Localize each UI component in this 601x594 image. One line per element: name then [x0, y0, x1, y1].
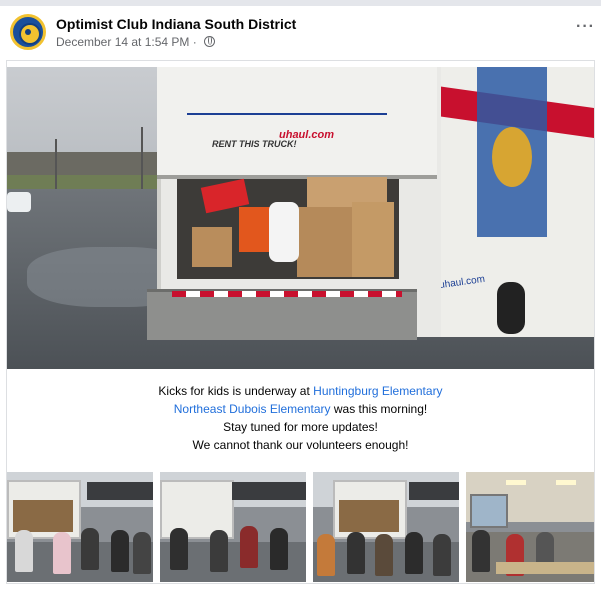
thumb-person — [375, 534, 393, 576]
photo-car — [7, 192, 31, 212]
cargo-box — [297, 207, 352, 277]
thumb-table — [496, 562, 594, 574]
post-header: Optimist Club Indiana South District Dec… — [10, 14, 601, 54]
thumb-canopy — [232, 482, 306, 500]
thumb-cargo — [339, 500, 399, 532]
thumb-person — [210, 530, 228, 572]
thumb-light — [556, 480, 576, 485]
post-meta: December 14 at 1:54 PM · — [56, 35, 216, 49]
truck-reflector-stripe — [172, 291, 402, 297]
thumb-person — [81, 528, 99, 570]
thumb-person — [240, 526, 258, 568]
thumb-person — [170, 528, 188, 570]
school-link-huntingburg[interactable]: Huntingburg Elementary — [313, 384, 442, 398]
meta-separator: · — [192, 35, 197, 49]
caption-line-4: We cannot thank our volunteers enough! — [192, 438, 409, 452]
thumb-person — [472, 530, 490, 572]
thumb-canopy — [87, 482, 153, 500]
caption-line-3: Stay tuned for more updates! — [223, 420, 378, 434]
caption-text: was this morning! — [330, 402, 428, 416]
truck-slogan-text: RENT THIS TRUCK! — [212, 139, 297, 149]
post-timestamp[interactable]: December 14 at 1:54 PM — [56, 35, 189, 49]
page-avatar[interactable] — [10, 14, 46, 50]
photo-pole — [55, 139, 57, 195]
cargo-orange-box — [239, 207, 271, 252]
thumb-person — [15, 530, 33, 572]
thumbnail-photo-2[interactable] — [160, 472, 306, 582]
thumb-person — [405, 532, 423, 574]
thumb-person — [111, 530, 129, 572]
truck-wheel — [497, 282, 525, 334]
thumb-person — [347, 532, 365, 574]
thumbnail-photo-3[interactable] — [313, 472, 459, 582]
thumb-person — [53, 532, 71, 574]
thumb-cargo — [13, 500, 73, 532]
thumb-person — [433, 534, 451, 576]
caption-line-2: Northeast Dubois Elementary was this mor… — [7, 400, 594, 418]
school-link-northeast-dubois[interactable]: Northeast Dubois Elementary — [174, 402, 331, 416]
globe-icon — [204, 36, 216, 47]
truck-side-art-gold — [492, 127, 532, 187]
thumb-person — [317, 534, 335, 576]
truck-illustration — [187, 73, 387, 115]
thumb-person — [133, 532, 151, 574]
thumb-person — [270, 528, 288, 570]
more-options-icon[interactable]: ··· — [576, 18, 595, 36]
thumb-canopy — [409, 482, 459, 500]
caption-line-1: Kicks for kids is underway at Huntingbur… — [7, 382, 594, 400]
thumbnail-photo-1[interactable] — [7, 472, 153, 582]
cargo-box — [192, 227, 232, 267]
main-photo[interactable]: uhaul.com uhaul.com RENT THIS TRUCK! — [7, 67, 594, 369]
thumb-window — [470, 494, 508, 528]
post-caption: Kicks for kids is underway at Huntingbur… — [7, 382, 594, 454]
photo-thumbnails — [7, 472, 594, 582]
cargo-box — [352, 202, 394, 277]
cargo-bag — [269, 202, 299, 262]
caption-text: Kicks for kids is underway at — [158, 384, 314, 398]
thumb-light — [506, 480, 526, 485]
thumbnail-photo-4[interactable] — [466, 472, 594, 582]
logo-center — [25, 29, 31, 35]
page-name-link[interactable]: Optimist Club Indiana South District — [56, 16, 296, 32]
